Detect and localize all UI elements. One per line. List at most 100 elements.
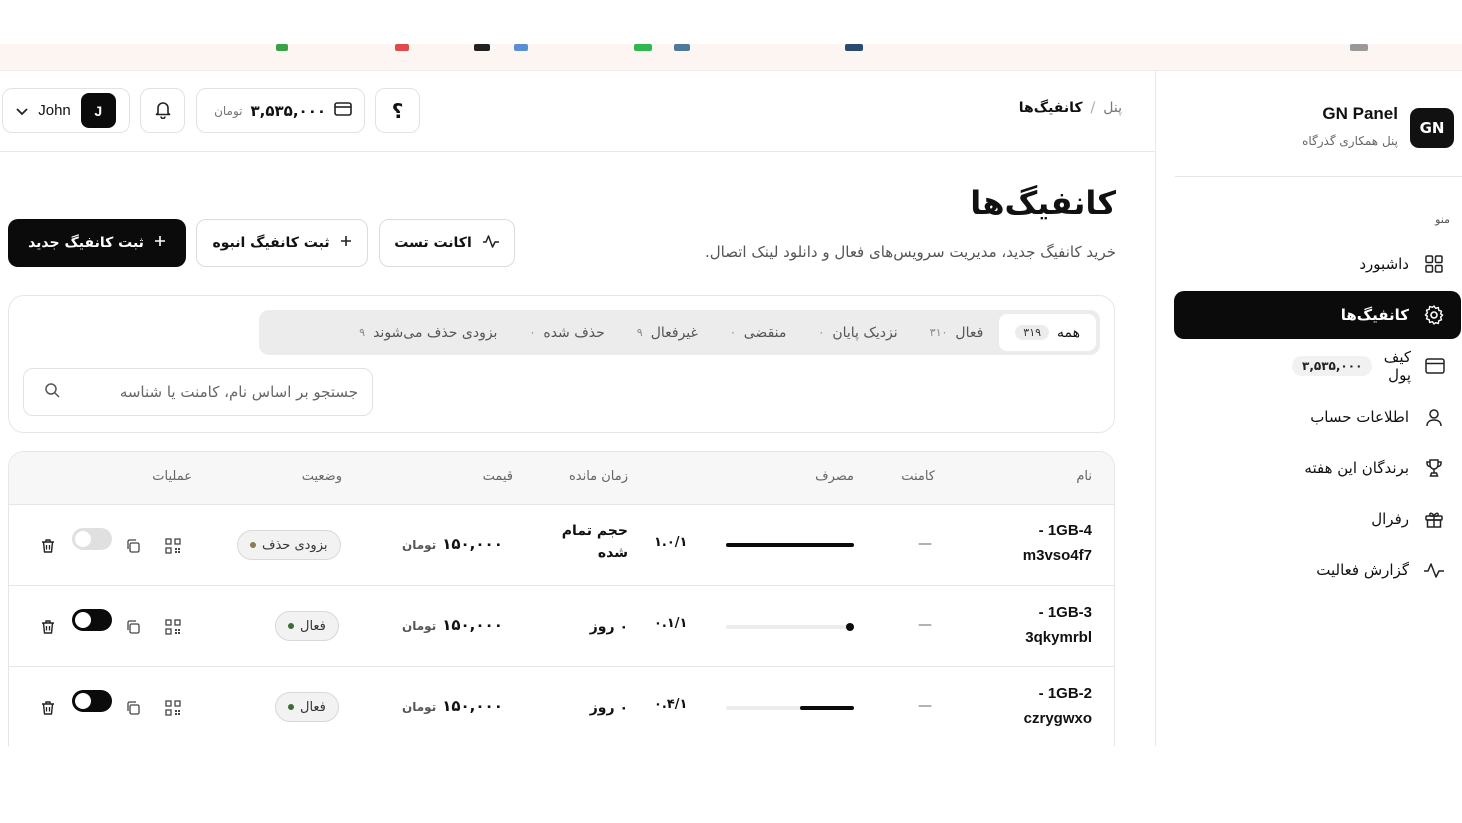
tab-count: ۳۱۰: [929, 326, 948, 339]
trash-icon[interactable]: [39, 618, 57, 636]
bulk-config-button[interactable]: ثبت کانفیگ انبوه: [196, 219, 368, 267]
copy-icon[interactable]: [124, 537, 142, 555]
qr-code-icon[interactable]: [164, 537, 182, 555]
sidebar-item-winners[interactable]: برندگان این هفته: [1174, 444, 1461, 492]
page-subtitle: خرید کانفیگ جدید، مدیریت سرویس‌های فعال …: [704, 243, 1116, 261]
user-icon: [1423, 406, 1445, 428]
price-currency: تومان: [402, 538, 437, 552]
usage-bar-dot: [846, 623, 854, 631]
tab-count: ۰: [818, 326, 825, 339]
enable-toggle[interactable]: [72, 609, 112, 631]
header-wallet-button[interactable]: ۳,۵۳۵,۰۰۰ تومان: [196, 88, 365, 133]
config-name-line2: czrygwxo: [1023, 710, 1092, 727]
config-name-line2: m3vso4f7: [1022, 547, 1092, 564]
sidebar-item-label: رفرال: [1371, 510, 1409, 528]
price-currency: تومان: [402, 619, 437, 633]
page-title: کانفیگ‌ها: [970, 184, 1116, 222]
toggle-knob: [75, 612, 91, 628]
plus-icon: [154, 235, 166, 251]
search-input[interactable]: [68, 383, 358, 401]
col-comment: کامنت: [901, 469, 935, 484]
user-menu-button[interactable]: John J: [2, 88, 130, 133]
breadcrumb-separator: /: [1090, 100, 1096, 116]
sidebar-item-label: داشبورد: [1359, 255, 1409, 273]
activity-icon: [482, 234, 500, 252]
tab-soon-deleted[interactable]: بزودی حذف می‌شوند ۹: [343, 314, 513, 351]
sidebar-item-activity[interactable]: گزارش فعالیت: [1174, 546, 1461, 594]
sidebar-item-configs[interactable]: کانفیگ‌ها: [1174, 291, 1461, 339]
copy-icon[interactable]: [124, 699, 142, 717]
status-label: بزودی حذف: [262, 537, 328, 553]
qr-code-icon[interactable]: [164, 699, 182, 717]
help-label: ؟: [391, 98, 404, 123]
config-name[interactable]: 1GB-4 - m3vso4f7: [982, 518, 1092, 568]
sidebar-item-wallet[interactable]: کیف پول ۳,۵۳۵,۰۰۰: [1174, 342, 1461, 390]
config-comment: —: [918, 698, 932, 714]
help-button[interactable]: ؟: [375, 88, 420, 133]
sidebar-item-referral[interactable]: رفرال: [1174, 495, 1461, 543]
notifications-button[interactable]: [140, 88, 185, 133]
tab-label: فعال: [955, 324, 984, 341]
tab-all[interactable]: همه ۳۱۹: [999, 314, 1096, 351]
tab-deleted[interactable]: حذف شده ۰: [513, 314, 620, 351]
tab-expired[interactable]: منقضی ۰: [714, 314, 803, 351]
config-name-line1: 1GB-3 -: [1038, 604, 1092, 621]
price-amount: ۱۵۰,۰۰۰: [442, 697, 503, 715]
col-actions: عملیات: [152, 469, 192, 484]
config-name-line2: 3qkymrbl: [1025, 629, 1092, 646]
trash-icon[interactable]: [39, 699, 57, 717]
trash-icon[interactable]: [39, 537, 57, 555]
status-label: فعال: [300, 618, 326, 634]
header-divider: [0, 151, 1155, 152]
tab-label: نزدیک پایان: [832, 324, 898, 341]
col-usage: مصرف: [815, 469, 854, 484]
gear-icon: [1423, 304, 1445, 326]
sidebar-divider: [1175, 176, 1462, 177]
qr-code-icon[interactable]: [164, 618, 182, 636]
price: ۱۵۰,۰۰۰ تومان: [402, 697, 503, 715]
sidebar-item-label: کیف پول: [1383, 348, 1411, 384]
col-remaining: زمان مانده: [568, 469, 628, 484]
price-currency: تومان: [402, 700, 437, 714]
tab-count: ۹: [359, 326, 366, 339]
tab-near-end[interactable]: نزدیک پایان ۰: [802, 314, 913, 351]
status-badge: بزودی حذف: [237, 530, 341, 560]
usage-text: ۰.۴/۱: [654, 697, 688, 712]
toggle-knob: [75, 693, 91, 709]
new-config-label: ثبت کانفیگ جدید: [28, 235, 144, 251]
config-comment: —: [918, 536, 932, 552]
sidebar-item-label: برندگان این هفته: [1304, 459, 1409, 477]
usage-bar-fill: [800, 706, 854, 710]
sidebar-item-label: گزارش فعالیت: [1316, 561, 1409, 579]
user-name: John: [38, 102, 71, 119]
tab-active[interactable]: فعال ۳۱۰: [914, 314, 1000, 351]
config-name[interactable]: 1GB-2 - czrygwxo: [982, 681, 1092, 731]
brand-title: GN Panel: [1322, 104, 1398, 123]
price-amount: ۱۵۰,۰۰۰: [442, 535, 503, 553]
toggle-knob: [75, 531, 91, 547]
avatar: J: [80, 93, 116, 128]
tab-inactive[interactable]: غیرفعال ۹: [621, 314, 714, 351]
breadcrumb-root[interactable]: پنل: [1103, 100, 1122, 116]
test-account-label: اکانت تست: [394, 235, 472, 251]
bookmarks-bar: [0, 44, 1462, 71]
tab-label: حذف شده: [543, 324, 605, 341]
sidebar-item-account[interactable]: اطلاعات حساب: [1174, 393, 1461, 441]
copy-icon[interactable]: [124, 618, 142, 636]
price: ۱۵۰,۰۰۰ تومان: [402, 616, 503, 634]
wallet-icon: [1425, 355, 1445, 377]
status-dot: [288, 704, 294, 710]
status-badge: فعال: [275, 611, 339, 641]
tab-label: منقضی: [743, 324, 787, 341]
price-amount: ۱۵۰,۰۰۰: [442, 616, 503, 634]
usage-bar: [726, 706, 854, 710]
usage-text: ۰.۱/۱: [654, 616, 688, 631]
sidebar-item-dashboard[interactable]: داشبورد: [1174, 240, 1461, 288]
enable-toggle[interactable]: [72, 528, 112, 550]
test-account-button[interactable]: اکانت تست: [379, 219, 515, 267]
new-config-button[interactable]: ثبت کانفیگ جدید: [8, 219, 186, 267]
brand-subtitle: پنل همکاری گذرگاه: [1302, 134, 1398, 148]
tab-label: همه: [1057, 324, 1080, 341]
enable-toggle[interactable]: [72, 690, 112, 712]
config-name[interactable]: 1GB-3 - 3qkymrbl: [982, 600, 1092, 650]
